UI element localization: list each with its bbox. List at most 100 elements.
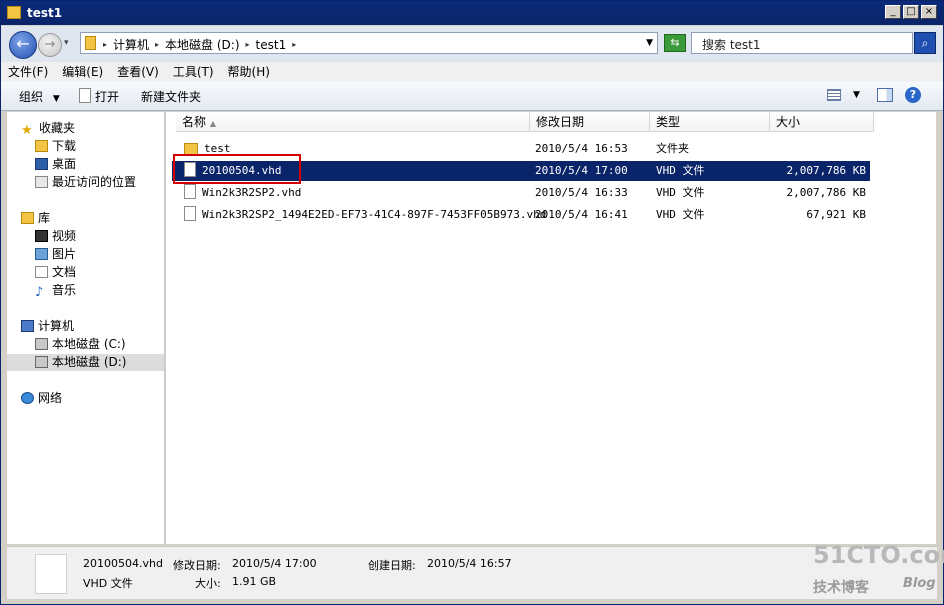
sidebar-item-label: 下载 [52, 139, 77, 153]
organize-button[interactable]: 组织 ▼ [19, 88, 60, 105]
details-size: 1.91 GB [232, 575, 277, 588]
menu-view[interactable]: 查看(V) [110, 62, 166, 82]
file-type: VHD 文件 [656, 164, 705, 177]
folder-icon [7, 6, 21, 19]
details-created: 2010/5/4 16:57 [427, 557, 512, 570]
back-button[interactable]: ← [9, 31, 37, 59]
file-date: 2010/5/4 16:41 [535, 208, 628, 221]
sidebar-item-computer[interactable]: 计算机 [21, 318, 74, 335]
recent-places-icon [35, 176, 48, 188]
crumb-computer[interactable]: 计算机 [113, 36, 149, 53]
sidebar-item-recent-places[interactable]: 最近访问的位置 [35, 174, 136, 191]
column-header-type[interactable]: 类型 [650, 112, 770, 132]
new-folder-button[interactable]: 新建文件夹 [141, 88, 201, 105]
folder-icon [85, 36, 96, 50]
organize-label: 组织 [19, 90, 44, 104]
network-icon [21, 392, 34, 404]
chevron-right-icon[interactable]: ▸ [103, 40, 107, 49]
menu-edit[interactable]: 编辑(E) [55, 62, 110, 82]
address-bar[interactable]: ▸ 计算机 ▸ 本地磁盘 (D:) ▸ test1 ▸ ▼ [80, 32, 658, 54]
file-type: 文件夹 [656, 142, 689, 155]
file-name-cell: Win2k3R2SP2_1494E2ED-EF73-41C4-897F-7453… [184, 205, 546, 225]
file-size: 2,007,786 KB [786, 164, 866, 177]
details-modified: 2010/5/4 17:00 [232, 557, 317, 570]
close-button[interactable]: × [921, 5, 937, 19]
desktop-icon [35, 158, 48, 170]
menu-help[interactable]: 帮助(H) [221, 62, 277, 82]
sidebar-item-label: 本地磁盘 (C:) [52, 337, 126, 351]
command-bar: 组织 ▼ 打开 新建文件夹 ▼ ? [1, 82, 943, 111]
sort-up-icon: ▲ [209, 119, 216, 128]
sidebar-item-label: 计算机 [38, 319, 75, 333]
sidebar-item-videos[interactable]: 视频 [35, 228, 76, 245]
search-placeholder: 搜索 test1 [702, 38, 761, 52]
column-header-size[interactable]: 大小 [770, 112, 874, 132]
sidebar-item-pictures[interactable]: 图片 [35, 246, 76, 263]
details-created-label: 创建日期: [368, 559, 416, 572]
details-pane: 20100504.vhd 修改日期: 2010/5/4 17:00 创建日期: … [7, 546, 937, 599]
column-header-name[interactable]: 名称 ▲ [176, 112, 530, 132]
watermark-blog-en: Blog [903, 576, 936, 591]
sidebar-item-desktop[interactable]: 桌面 [35, 156, 76, 173]
chevron-right-icon[interactable]: ▸ [246, 40, 250, 49]
open-button[interactable]: 打开 [79, 88, 119, 105]
file-name: Win2k3R2SP2_1494E2ED-EF73-41C4-897F-7453… [202, 208, 547, 221]
open-label: 打开 [95, 90, 120, 104]
sidebar-item-label: 收藏夹 [39, 121, 76, 135]
chevron-down-icon[interactable]: ▼ [853, 90, 860, 100]
sidebar-item-favorites[interactable]: ★ 收藏夹 [21, 120, 75, 137]
search-icon[interactable]: ⌕ [914, 32, 936, 54]
minimize-button[interactable]: _ [885, 5, 901, 19]
help-icon[interactable]: ? [905, 87, 921, 103]
refresh-button[interactable]: ⇆ [664, 34, 686, 52]
view-options-icon[interactable] [827, 89, 841, 101]
video-icon [35, 230, 48, 242]
drive-icon [35, 356, 48, 368]
recent-pages-dropdown-icon[interactable]: ▾ [64, 38, 69, 48]
title-bar[interactable]: test1 _ □ × [1, 1, 943, 25]
crumb-local-disk-d[interactable]: 本地磁盘 (D:) [165, 36, 239, 53]
computer-icon [21, 320, 34, 332]
sidebar-item-network[interactable]: 网络 [21, 390, 62, 407]
maximize-button[interactable]: □ [903, 5, 919, 19]
file-name: Win2k3R2SP2.vhd [202, 186, 302, 199]
search-input[interactable]: 搜索 test1 [691, 32, 913, 54]
sidebar-item-music[interactable]: ♪ 音乐 [35, 282, 76, 299]
crumb-test1[interactable]: test1 [256, 38, 287, 52]
details-type: VHD 文件 [83, 577, 133, 590]
sidebar-item-label: 桌面 [52, 157, 77, 171]
sidebar-item-label: 本地磁盘 (D:) [52, 355, 127, 369]
music-icon: ♪ [35, 285, 44, 300]
sidebar-item-label: 网络 [38, 391, 63, 405]
file-thumbnail-icon [35, 554, 67, 594]
download-folder-icon [35, 140, 48, 152]
chevron-right-icon[interactable]: ▸ [155, 40, 159, 49]
file-type: VHD 文件 [656, 208, 705, 221]
window-title: test1 [27, 6, 63, 20]
sidebar-item-libraries[interactable]: 库 [21, 210, 50, 227]
chevron-down-icon: ▼ [52, 94, 60, 104]
file-size: 67,921 KB [806, 208, 866, 221]
preview-pane-icon[interactable] [877, 88, 893, 102]
chevron-right-icon[interactable]: ▸ [292, 40, 296, 49]
table-row[interactable]: Win2k3R2SP2_1494E2ED-EF73-41C4-897F-7453… [172, 205, 870, 225]
sidebar-item-documents[interactable]: 文档 [35, 264, 76, 281]
menu-tools[interactable]: 工具(T) [166, 62, 221, 82]
menu-file[interactable]: 文件(F) [1, 62, 55, 82]
document-icon [35, 266, 48, 278]
file-name-cell: Win2k3R2SP2.vhd [184, 183, 301, 203]
sidebar-item-label: 图片 [52, 247, 77, 261]
sidebar-item-drive-d[interactable]: 本地磁盘 (D:) [7, 354, 164, 371]
file-icon [184, 184, 196, 199]
table-row[interactable]: Win2k3R2SP2.vhd 2010/5/4 16:33 VHD 文件 2,… [172, 183, 870, 203]
sidebar-item-drive-c[interactable]: 本地磁盘 (C:) [35, 336, 126, 353]
column-header-date[interactable]: 修改日期 [530, 112, 650, 132]
forward-button[interactable]: → [38, 33, 62, 57]
address-dropdown-icon[interactable]: ▼ [646, 38, 653, 48]
highlight-box [173, 154, 301, 184]
watermark-site: 51CTO.com [813, 541, 944, 569]
address-row: ← → ▾ ▸ 计算机 ▸ 本地磁盘 (D:) ▸ test1 ▸ ▼ ⇆ 搜索… [1, 26, 943, 62]
sidebar-item-downloads[interactable]: 下载 [35, 138, 76, 155]
sidebar-item-label: 文档 [52, 265, 77, 279]
file-date: 2010/5/4 16:53 [535, 142, 628, 155]
